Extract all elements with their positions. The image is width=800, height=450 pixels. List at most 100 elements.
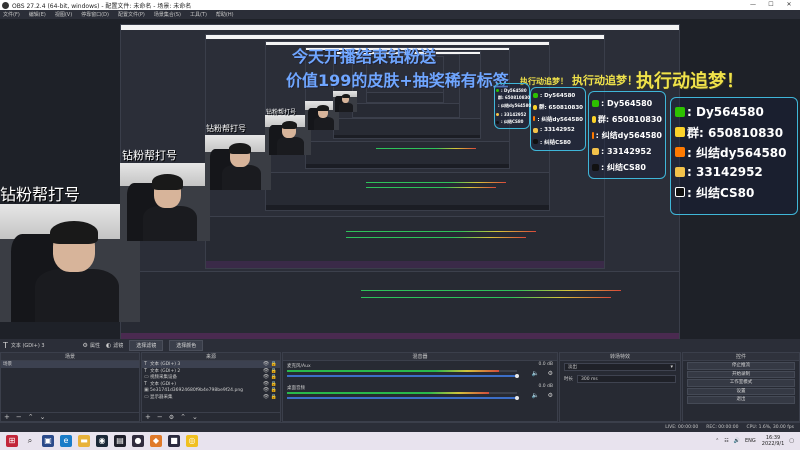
maximize-button[interactable]: ☐ [764, 0, 778, 10]
transition-select[interactable]: 淡出 ▾ [564, 363, 676, 371]
webcam-feed [0, 204, 140, 322]
menu-docks[interactable]: 停靠窗口(D) [81, 11, 109, 18]
move-down-icon[interactable]: ⌄ [192, 413, 198, 421]
gear-icon[interactable]: ⚙ [548, 392, 553, 399]
contact-row-douyin: : 纠结CS80 [675, 182, 793, 202]
network-icon[interactable]: ☷ [724, 438, 728, 444]
eye-lock-icons[interactable]: 👁 🔒 [263, 361, 277, 367]
speaker-icon[interactable]: 🔈 [532, 392, 539, 399]
mixer-track-desktop: 桌面音频 0.0 dB 🔈 ⚙ [283, 383, 557, 401]
scenes-panel: 场景 场景 + − ⌃ ⌄ [0, 352, 140, 422]
menu-edit[interactable]: 编辑(E) [29, 11, 46, 18]
properties-button[interactable]: 属性 [90, 342, 100, 349]
track-db: 0.0 dB [538, 384, 553, 389]
close-button[interactable]: ✕ [782, 0, 796, 10]
scene-item[interactable]: 场景 [1, 361, 139, 368]
rec-status: REC: 00:00:00 [706, 425, 739, 430]
overlay-slogan: 执行动追梦！ [636, 71, 744, 92]
mixer-panel: 混音器 麦克风/Aux 0.0 dB 🔈 ⚙ 桌面音频 0.0 dB 🔈 ⚙ [282, 352, 558, 422]
speaker-icon[interactable]: 🔈 [532, 370, 539, 377]
move-down-icon[interactable]: ⌄ [40, 413, 46, 421]
notification-icon[interactable]: ▢ [789, 438, 794, 444]
search-icon[interactable]: ⌕ [24, 435, 36, 447]
add-scene-button[interactable]: + [4, 413, 10, 421]
edge-browser-icon[interactable]: e [60, 435, 72, 447]
transitions-panel: 转场特效 淡出 ▾ 时长 300 ms [559, 352, 681, 422]
sources-toolbar: + − ⚙ ⌃ ⌄ [142, 412, 280, 421]
add-source-button[interactable]: + [145, 413, 151, 421]
select-filter-button[interactable]: 选择滤镜 [129, 340, 164, 351]
wechat-icon [675, 107, 685, 117]
chevron-down-icon: ▾ [670, 364, 673, 370]
settings-button[interactable]: 设置 [687, 387, 795, 395]
obs-taskbar-icon[interactable]: ● [132, 435, 144, 447]
caption-main: 钻粉帮打号 [0, 185, 81, 204]
contact-row-bilibili: : 33142952 [675, 162, 793, 182]
overlay-title-line2: 价值199的皮肤+抽奖稀有标签 [286, 71, 509, 90]
clock[interactable]: 16:39 2022/9/1 [762, 435, 784, 447]
start-recording-button[interactable]: 开始录制 [687, 370, 795, 378]
level-meter [287, 370, 517, 372]
studio-mode-button[interactable]: 工作室模式 [687, 379, 795, 387]
sources-panel: 来源 T 文本 (GDI+) 3 👁 🔒 T 文本 (GDI+) 2 👁 🔒 ▭ 视频采集… [141, 352, 281, 422]
source-item[interactable]: ▭ 显示器采集 👁 🔒 [142, 394, 280, 401]
stop-streaming-button[interactable]: 停止推流 [687, 362, 795, 370]
menu-scene-collection[interactable]: 场景集合(S) [154, 11, 181, 18]
bilibili-icon [675, 167, 685, 177]
eye-lock-icons[interactable]: 👁 🔒 [263, 381, 277, 387]
app-orange-icon[interactable]: ◆ [150, 435, 162, 447]
scenes-panel-title: 场景 [1, 353, 139, 361]
eye-lock-icons[interactable]: 👁 🔒 [263, 387, 277, 393]
remove-source-button[interactable]: − [157, 413, 163, 421]
level-meter [287, 392, 517, 394]
chevron-up-icon[interactable]: ⌃ [715, 438, 719, 444]
chrome-icon[interactable]: ◎ [186, 435, 198, 447]
menu-file[interactable]: 文件(F) [3, 11, 20, 18]
eye-lock-icons[interactable]: 👁 🔒 [263, 368, 277, 374]
menu-view[interactable]: 视图(V) [55, 11, 72, 18]
volume-slider[interactable] [287, 397, 517, 399]
remove-scene-button[interactable]: − [16, 413, 22, 421]
duration-input[interactable]: 300 ms [577, 375, 676, 383]
taskbar: ⊞ ⌕ ▣ e ▬ ◉ ▤ ● ◆ ■ ◎ ⌃ ☷ 🔊 ENG 16:39 20… [0, 432, 800, 450]
obs-window: OBS 27.2.4 (64-bit, windows) - 配置文件: 未命名… [0, 0, 800, 450]
file-explorer-icon[interactable]: ▬ [78, 435, 90, 447]
contact-card-nested-1: : Dy564580 群: 650810830 : 纠结dy564580 : 3… [588, 91, 666, 179]
steam-icon[interactable]: ◉ [96, 435, 108, 447]
menu-profile[interactable]: 配置文件(P) [118, 11, 145, 18]
move-up-icon[interactable]: ⌃ [28, 413, 34, 421]
app-icon[interactable]: ▤ [114, 435, 126, 447]
eye-lock-icons[interactable]: 👁 🔒 [263, 374, 277, 380]
app-dark-icon[interactable]: ■ [168, 435, 180, 447]
live-status: LIVE: 00:00:00 [665, 425, 699, 430]
start-icon[interactable]: ⊞ [6, 435, 18, 447]
input-lang[interactable]: ENG [745, 438, 756, 444]
webcam-feed-nested-5 [333, 91, 357, 112]
contact-row-douyu: : 纠结dy564580 [675, 142, 793, 162]
select-color-button[interactable]: 选择颜色 [169, 340, 204, 351]
exit-button[interactable]: 退出 [687, 396, 795, 404]
duration-label: 时长 [564, 377, 573, 382]
menu-help[interactable]: 帮助(H) [216, 11, 234, 18]
contact-card-nested-2: : Dy564580 群: 650810830 : 纠结dy564580 : 3… [530, 87, 586, 151]
volume-icon[interactable]: 🔊 [734, 438, 740, 444]
contact-row-qq: 群: 650810830 [675, 122, 793, 142]
filters-button[interactable]: 滤镜 [113, 342, 123, 349]
volume-knob[interactable] [515, 374, 519, 378]
overlay-title-line1: 今天开播结束钻粉送 [292, 47, 437, 66]
source-toolbar: T 文本 (GDI+) 3 ⚙ 属性 ◐ 滤镜 选择滤镜 选择颜色 [0, 339, 800, 352]
source-settings-icon[interactable]: ⚙ [169, 414, 174, 421]
move-up-icon[interactable]: ⌃ [180, 413, 186, 421]
task-view-icon[interactable]: ▣ [42, 435, 54, 447]
volume-knob[interactable] [515, 396, 519, 400]
mixer-panel-title: 混音器 [283, 353, 557, 361]
minimize-button[interactable]: — [746, 0, 760, 10]
transitions-panel-title: 转场特效 [560, 353, 680, 361]
preview-canvas[interactable]: 钻粉帮打号 钻粉帮打号 钻粉帮打号 钻粉帮打号 今天开播结束钻粉送 价值199的… [0, 19, 800, 339]
system-tray: ⌃ ☷ 🔊 ENG 16:39 2022/9/1 ▢ [710, 432, 794, 450]
eye-lock-icons[interactable]: 👁 🔒 [263, 394, 277, 400]
controls-panel: 控件 停止推流 开始录制 工作室模式 设置 退出 [682, 352, 800, 422]
volume-slider[interactable] [287, 375, 517, 377]
gear-icon[interactable]: ⚙ [548, 370, 553, 377]
menu-tools[interactable]: 工具(T) [190, 11, 207, 18]
